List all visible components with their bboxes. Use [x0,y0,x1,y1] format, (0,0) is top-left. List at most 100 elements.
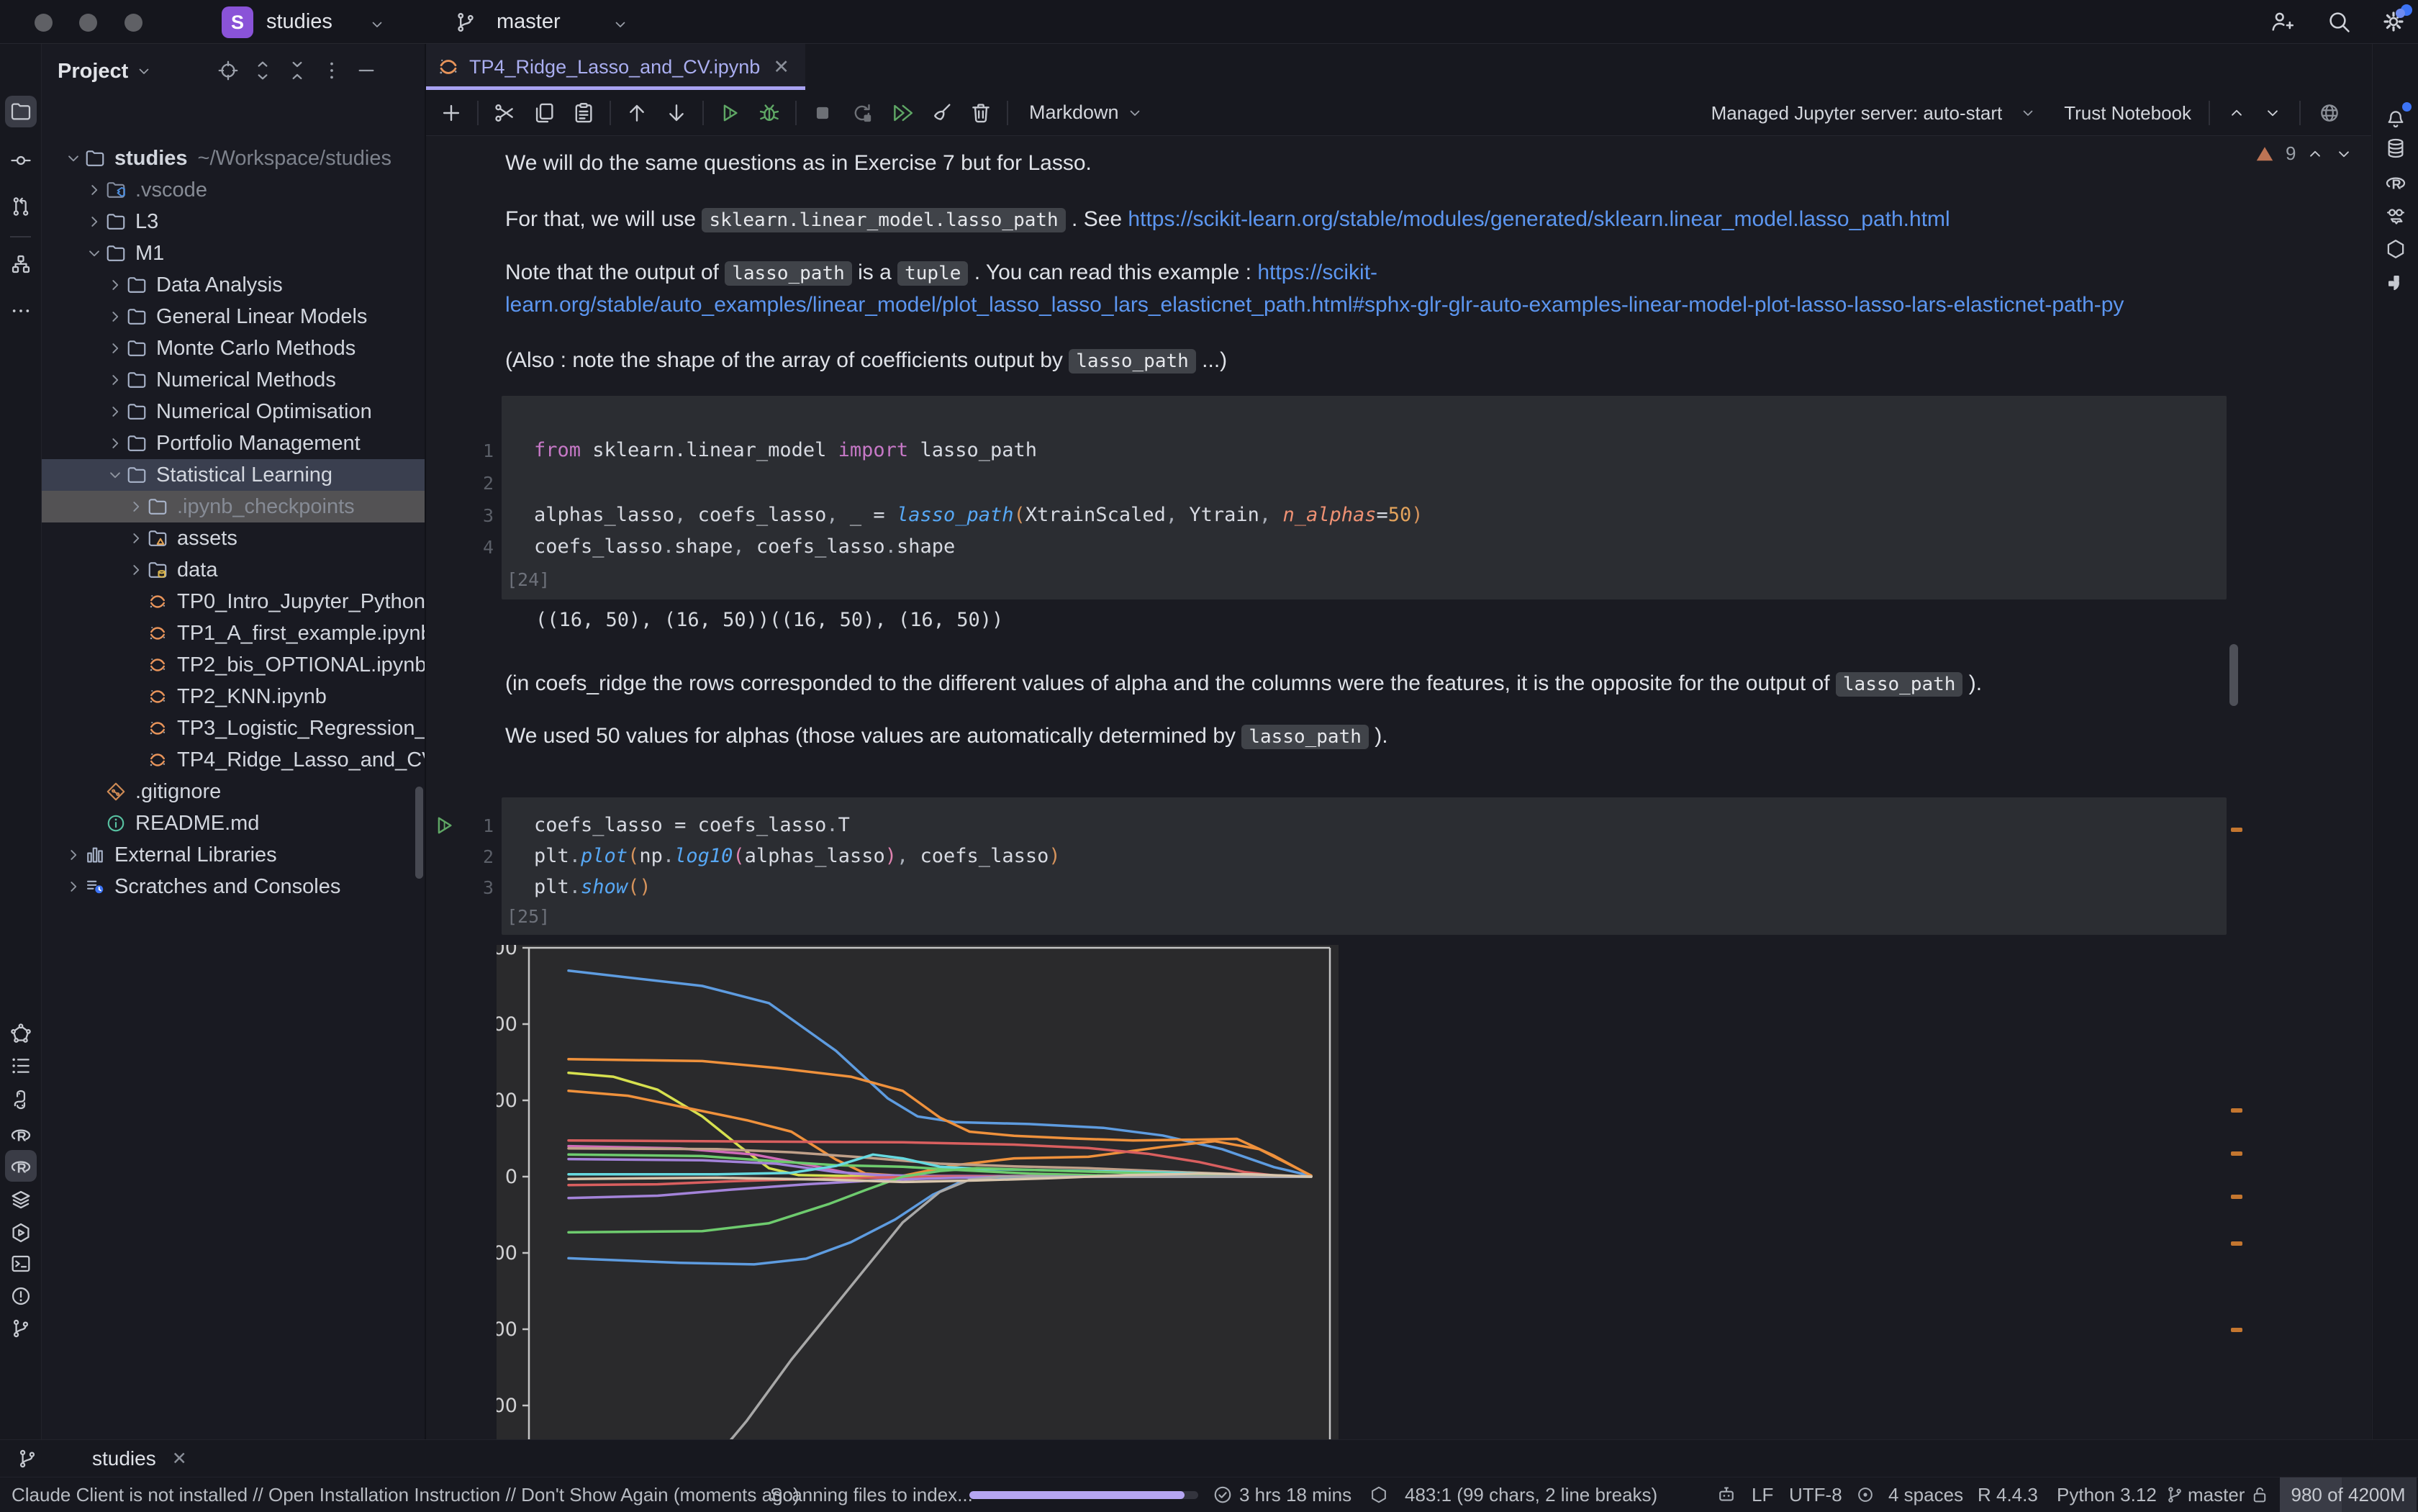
python-interpreter[interactable]: Python 3.12 [2057,1477,2157,1512]
chevron-right-icon[interactable] [106,339,124,358]
tree-item-general-linear-models[interactable]: General Linear Models [42,301,426,332]
r-graphics-tool-icon[interactable]: R [2380,166,2412,198]
tree-item-external-libraries[interactable]: External Libraries [42,839,426,871]
panel-options-icon[interactable] [320,59,345,83]
r-tools-icon[interactable]: R [5,1150,37,1182]
line-ending[interactable]: LF [1752,1477,1773,1512]
highlighting-level-icon[interactable] [1855,1477,1875,1512]
lock-icon[interactable] [2250,1477,2270,1512]
chevron-right-icon[interactable] [64,877,83,896]
chevron-up-icon[interactable] [2306,145,2324,163]
commit-tool-icon[interactable] [5,145,37,176]
navigate-prev-cell-icon[interactable] [2227,104,2246,122]
restart-kernel-button[interactable] [848,99,876,127]
git-branch-name[interactable]: master [2188,1477,2245,1512]
git-tool-icon[interactable] [5,1313,37,1344]
notifications-icon[interactable] [2380,104,2412,135]
tree-item-tp2-bis-optional-ipynb[interactable]: TP2_bis_OPTIONAL.ipynb [42,649,426,681]
git-tab-close-icon[interactable]: ✕ [172,1448,187,1470]
problems-tool-icon[interactable] [5,1280,37,1312]
caret-position[interactable]: 483:1 (99 chars, 2 line breaks) [1405,1477,1657,1512]
terminal-tool-icon[interactable] [5,1248,37,1280]
tree-item-readme-md[interactable]: README.md [42,807,426,839]
warning-stripe-mark[interactable] [2231,1108,2242,1113]
hide-panel-icon[interactable] [355,59,379,83]
chevron-down-icon[interactable] [2335,145,2353,163]
code-line[interactable]: from sklearn.linear_model import lasso_p… [534,439,1037,461]
project-scrollbar[interactable] [415,787,423,879]
window-zoom-button[interactable] [124,14,142,32]
session-check-icon[interactable] [1212,1477,1233,1512]
layers-tool-icon[interactable] [5,1184,37,1216]
search-icon[interactable] [2326,9,2352,35]
window-close-button[interactable] [35,14,53,32]
chevron-right-icon[interactable] [127,529,145,548]
chevron-down-icon[interactable] [64,149,83,168]
tab-notebook[interactable]: TP4_Ridge_Lasso_and_CV.ipynb ✕ [426,44,805,90]
add-cell-button[interactable] [438,99,465,127]
warning-stripe-mark[interactable] [2231,1328,2242,1332]
dependencies-tool-icon[interactable] [5,1018,37,1050]
inspections-widget[interactable]: 9 [2254,142,2353,165]
status-message[interactable]: Claude Client is not installed // Open I… [12,1477,800,1512]
chevron-right-icon[interactable] [127,561,145,579]
run-all-cells-button[interactable] [888,99,915,127]
tree-item-data-analysis[interactable]: Data Analysis [42,269,426,301]
code-line[interactable]: coefs_lasso.shape, coefs_lasso.shape [534,535,955,558]
tree-item-tp3-logistic-regression-ar[interactable]: TP3_Logistic_Regression_ar [42,712,426,744]
open-in-browser-icon[interactable] [2318,101,2341,125]
structure-tool-icon[interactable] [5,248,37,280]
tree-item-monte-carlo-methods[interactable]: Monte Carlo Methods [42,332,426,364]
more-tools-icon[interactable] [5,295,37,327]
markdown-link[interactable]: https://scikit-learn.org/stable/modules/… [1128,207,1950,231]
tree-item-tp1-a-first-example-ipynb[interactable]: TP1_A_first_example.ipynb [42,617,426,649]
tree-item-tp0-intro-jupyter-python-ip[interactable]: TP0_Intro_Jupyter_Python.ip [42,586,426,617]
git-tab[interactable]: studies ✕ [92,1440,187,1477]
project-panel-title[interactable]: Project [58,44,153,99]
add-user-icon[interactable] [2268,9,2294,35]
chevron-right-icon[interactable] [64,846,83,864]
debug-cell-button[interactable] [756,99,783,127]
tree-item-tp4-ridge-lasso-and-cv-ip[interactable]: TP4_Ridge_Lasso_and_CV.ip [42,744,426,776]
database-tool-icon[interactable] [2380,132,2412,164]
cut-cell-button[interactable] [491,99,518,127]
git-branch-widget[interactable] [2165,1477,2185,1512]
r-interpreter[interactable]: R 4.4.3 [1978,1477,2038,1512]
chevron-down-icon[interactable] [85,244,104,263]
tree-item--gitignore[interactable]: .gitignore [42,776,426,807]
warning-stripe-mark[interactable] [2231,1151,2242,1156]
chevron-down-icon[interactable] [106,466,124,484]
kernel-status-icon[interactable] [1369,1477,1389,1512]
chevron-right-icon[interactable] [106,434,124,453]
project-tool-icon[interactable] [5,96,37,127]
dependencies-check-icon[interactable] [2380,233,2412,265]
run-cell-button[interactable] [716,99,743,127]
navigate-next-cell-icon[interactable] [2263,104,2282,122]
tree-item-scratches-and-consoles[interactable]: Scratches and Consoles [42,871,426,902]
ai-assistant-tool-icon[interactable] [2380,199,2412,231]
chevron-right-icon[interactable] [106,371,124,389]
services-tool-icon[interactable] [5,1217,37,1249]
warning-stripe-mark[interactable] [2231,828,2242,832]
memory-indicator[interactable]: 980 of 4200M [2280,1477,2417,1512]
indent-setting[interactable]: 4 spaces [1888,1477,1963,1512]
project-switcher[interactable]: studies [266,0,332,43]
r-console-icon[interactable]: R [5,1118,37,1150]
tree-item-assets[interactable]: assets [42,522,426,554]
code-line[interactable]: plt.plot(np.log10(alphas_lasso), coefs_l… [534,845,1061,867]
python-console-icon[interactable] [5,1084,37,1115]
session-time[interactable]: 3 hrs 18 mins [1239,1477,1351,1512]
warning-stripe-mark[interactable] [2231,1195,2242,1199]
clear-outputs-button[interactable] [928,99,955,127]
tree-item-numerical-optimisation[interactable]: Numerical Optimisation [42,396,426,427]
paste-cell-button[interactable] [570,99,597,127]
tree-item-numerical-methods[interactable]: Numerical Methods [42,364,426,396]
warning-stripe-mark[interactable] [2231,1241,2242,1246]
code-line[interactable]: alphas_lasso, coefs_lasso, _ = lasso_pat… [534,504,1423,526]
code-cell-1[interactable] [502,396,2227,599]
jupyter-server-selector[interactable]: Managed Jupyter server: auto-start [1711,102,2003,125]
stop-kernel-button[interactable] [809,99,836,127]
expand-all-icon[interactable] [251,59,276,83]
settings-icon[interactable] [2381,9,2406,35]
tree-item-data[interactable]: data [42,554,426,586]
